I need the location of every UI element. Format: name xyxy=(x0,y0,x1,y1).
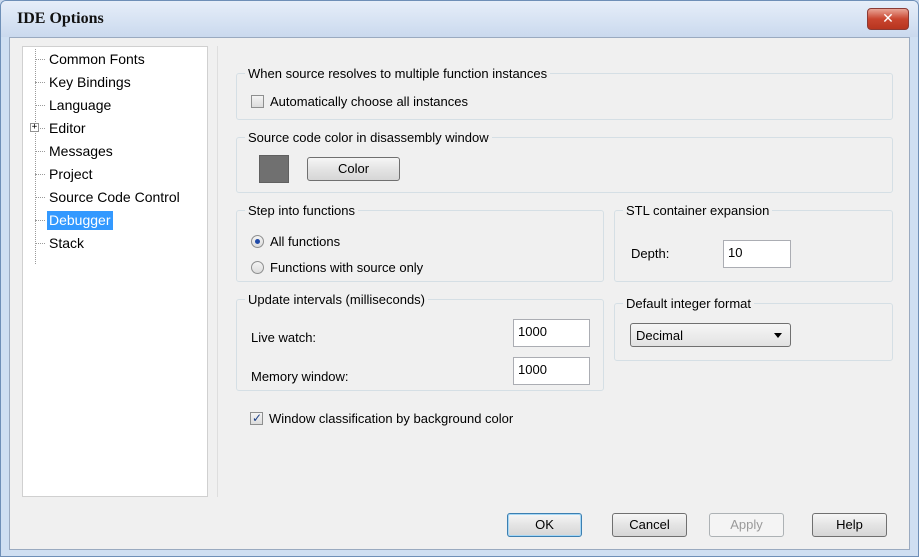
ide-options-dialog: IDE Options ✕ Common Fonts Key Bindings … xyxy=(0,0,919,557)
window-classification-checkbox[interactable]: ✓ xyxy=(250,411,263,425)
tree-item-label[interactable]: Language xyxy=(47,96,113,115)
tree-branch-line xyxy=(35,220,45,221)
color-swatch xyxy=(259,155,289,183)
dialog-client-area: Common Fonts Key Bindings Language + Edi… xyxy=(9,37,910,550)
tree-item-label[interactable]: Editor xyxy=(47,119,88,138)
checkbox-label[interactable]: Window classification by background colo… xyxy=(269,411,513,427)
memory-window-input[interactable]: 1000 xyxy=(513,357,590,385)
help-button[interactable]: Help xyxy=(812,513,887,537)
select-value: Decimal xyxy=(636,328,683,343)
tree-item-stack[interactable]: Stack xyxy=(23,233,207,255)
cancel-button[interactable]: Cancel xyxy=(612,513,687,537)
window-title: IDE Options xyxy=(17,10,104,27)
tree-item-label[interactable]: Debugger xyxy=(47,211,113,230)
group-title: Step into functions xyxy=(245,203,358,218)
tree-item-label[interactable]: Source Code Control xyxy=(47,188,182,207)
options-category-tree[interactable]: Common Fonts Key Bindings Language + Edi… xyxy=(22,46,208,497)
step-into-functions-group: Step into functions All functions Functi… xyxy=(236,203,604,282)
tree-item-label[interactable]: Messages xyxy=(47,142,115,161)
tree-branch-line xyxy=(35,243,45,244)
source-only-radio[interactable] xyxy=(251,261,264,274)
source-color-group: Source code color in disassembly window … xyxy=(236,130,893,193)
tree-item-label[interactable]: Project xyxy=(47,165,95,184)
check-icon: ✓ xyxy=(252,411,263,425)
tree-item-language[interactable]: Language xyxy=(23,95,207,117)
tree-item-source-code-control[interactable]: Source Code Control xyxy=(23,187,207,209)
group-title: Default integer format xyxy=(623,296,755,311)
close-icon: ✕ xyxy=(882,11,894,27)
tree-branch-line xyxy=(35,105,45,106)
all-functions-radio[interactable] xyxy=(251,235,264,248)
live-watch-label: Live watch: xyxy=(251,330,317,345)
integer-format-select[interactable]: Decimal xyxy=(630,323,791,347)
stl-container-group: STL container expansion Depth: 10 xyxy=(614,203,893,282)
expand-icon[interactable]: + xyxy=(30,123,39,132)
group-title: Update intervals (milliseconds) xyxy=(245,292,429,307)
tree-item-debugger[interactable]: Debugger xyxy=(23,210,207,232)
auto-choose-instances-checkbox[interactable] xyxy=(251,95,264,108)
tree-item-label[interactable]: Key Bindings xyxy=(47,73,133,92)
tree-item-key-bindings[interactable]: Key Bindings xyxy=(23,72,207,94)
tree-branch-line xyxy=(35,197,45,198)
tree-item-label[interactable]: Stack xyxy=(47,234,86,253)
integer-format-group: Default integer format Decimal xyxy=(614,296,893,361)
chevron-down-icon xyxy=(774,333,782,338)
group-title: When source resolves to multiple functio… xyxy=(245,66,551,81)
memory-window-label: Memory window: xyxy=(251,369,349,384)
close-button[interactable]: ✕ xyxy=(867,8,909,30)
tree-item-label[interactable]: Common Fonts xyxy=(47,50,147,69)
debugger-settings-panel: When source resolves to multiple functio… xyxy=(217,46,903,497)
apply-button[interactable]: Apply xyxy=(709,513,784,537)
radio-label[interactable]: All functions xyxy=(270,234,340,250)
tree-branch-line xyxy=(35,59,45,60)
radio-label[interactable]: Functions with source only xyxy=(270,260,423,276)
tree-branch-line xyxy=(35,151,45,152)
radio-selected-dot xyxy=(255,239,260,244)
checkbox-label[interactable]: Automatically choose all instances xyxy=(270,94,468,110)
group-title: STL container expansion xyxy=(623,203,773,218)
tree-branch-line xyxy=(35,82,45,83)
depth-input[interactable]: 10 xyxy=(723,240,791,268)
tree-item-editor[interactable]: + Editor xyxy=(23,118,207,140)
ok-button[interactable]: OK xyxy=(507,513,582,537)
depth-label: Depth: xyxy=(631,246,670,261)
tree-item-messages[interactable]: Messages xyxy=(23,141,207,163)
tree-branch-line xyxy=(35,174,45,175)
title-bar[interactable]: IDE Options ✕ xyxy=(1,1,918,37)
group-title: Source code color in disassembly window xyxy=(245,130,492,145)
tree-item-project[interactable]: Project xyxy=(23,164,207,186)
live-watch-input[interactable]: 1000 xyxy=(513,319,590,347)
update-intervals-group: Update intervals (milliseconds) Live wat… xyxy=(236,292,604,391)
color-button[interactable]: Color xyxy=(307,157,400,181)
tree-item-common-fonts[interactable]: Common Fonts xyxy=(23,49,207,71)
multi-instances-group: When source resolves to multiple functio… xyxy=(236,66,893,120)
